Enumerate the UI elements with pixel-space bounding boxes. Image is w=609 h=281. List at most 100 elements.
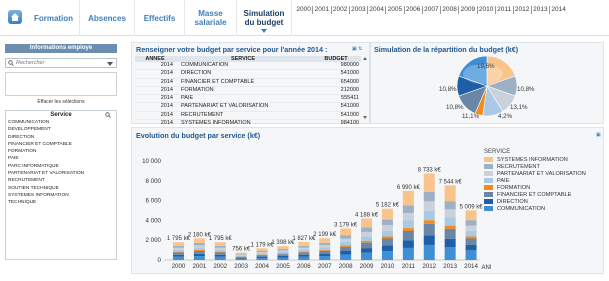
bar-segment[interactable] [402, 240, 414, 248]
bar-segment[interactable] [340, 228, 352, 236]
bar-segment[interactable] [172, 252, 184, 255]
bar-segment[interactable] [465, 210, 477, 221]
bar-segment[interactable] [340, 254, 352, 260]
year-link-2002[interactable]: 2002 [332, 6, 350, 14]
year-link-2008[interactable]: 2008 [441, 6, 460, 14]
bar-segment[interactable] [298, 249, 310, 252]
bar-segment[interactable] [361, 236, 373, 241]
bar-segment[interactable] [235, 254, 247, 256]
bar-segment[interactable] [465, 220, 477, 226]
bar-segment[interactable] [465, 225, 477, 231]
bar-segment[interactable] [193, 247, 205, 251]
bar-segment[interactable] [319, 238, 331, 243]
bar-segment[interactable] [256, 250, 268, 253]
legend-item[interactable]: SYSTEMES INFORMATION [484, 156, 586, 163]
bar-segment[interactable] [214, 256, 226, 260]
table-row[interactable]: 2014 DIRECTION 541000 [135, 69, 361, 79]
bar-segment[interactable] [381, 219, 393, 226]
bar-segment[interactable] [277, 254, 289, 256]
cell-budget[interactable]: 980000 [311, 62, 361, 71]
legend-item[interactable]: PAIE [484, 177, 586, 184]
service-item[interactable]: SYSTEMES INFORMATION [6, 192, 116, 199]
bar-segment[interactable] [423, 201, 435, 211]
home-icon[interactable] [8, 10, 22, 24]
bar-segment[interactable] [298, 252, 310, 255]
cell-budget[interactable]: 555411 [311, 94, 361, 104]
bar-segment[interactable] [214, 242, 226, 246]
bar-segment[interactable] [444, 209, 456, 218]
bar-segment[interactable] [465, 236, 477, 239]
bar-segment[interactable] [319, 247, 331, 250]
bar-segment[interactable] [381, 251, 393, 260]
service-item[interactable]: SOUTIEN TECHNIQUE [6, 185, 116, 192]
bar-segment[interactable] [256, 257, 268, 260]
year-link-2007[interactable]: 2007 [423, 6, 441, 14]
bar-segment[interactable] [193, 245, 205, 248]
bar-segment[interactable] [193, 250, 205, 251]
service-item[interactable]: PARTENARIAT ET VALORISATION [6, 170, 116, 177]
selection-box[interactable] [5, 72, 117, 96]
bar-segment[interactable] [172, 245, 184, 248]
cell-budget[interactable]: 541000 [311, 69, 361, 79]
legend-item[interactable]: FORMATION [484, 184, 586, 191]
bar-segment[interactable] [402, 220, 414, 229]
bar-segment[interactable] [319, 256, 331, 260]
bar-segment[interactable] [235, 258, 247, 260]
service-item[interactable]: PARC INFORMATIQUE [6, 163, 116, 170]
bar-segment[interactable] [193, 250, 205, 254]
bar-segment[interactable] [423, 244, 435, 260]
bar-segment[interactable] [361, 240, 373, 243]
bar-segment[interactable] [381, 238, 393, 246]
year-link-2013[interactable]: 2013 [532, 6, 551, 14]
cell-budget[interactable]: 541000 [311, 102, 361, 112]
dropdown-arrow-icon[interactable] [107, 62, 113, 66]
tab-formation[interactable]: Formation [28, 0, 80, 36]
bar-segment[interactable] [298, 241, 310, 246]
bar-segment[interactable] [277, 250, 289, 253]
bar-segment[interactable] [193, 256, 205, 260]
bar-segment[interactable] [402, 190, 414, 206]
bar-segment[interactable] [277, 246, 289, 250]
bar-segment[interactable] [423, 191, 435, 202]
year-link-2001[interactable]: 2001 [313, 6, 332, 14]
bar-segment[interactable] [235, 257, 247, 259]
year-link-2014[interactable]: 2014 [550, 6, 567, 14]
table-scrollbar[interactable] [362, 56, 367, 120]
legend-item[interactable]: RECRUTEMENT [484, 163, 586, 170]
service-item[interactable]: TECHNIQUE [6, 199, 116, 206]
table-row[interactable]: 2014 COMMUNICATION 980000 [135, 62, 361, 71]
bar-segment[interactable] [193, 253, 205, 257]
bar-segment[interactable] [277, 253, 289, 255]
bar-segment[interactable] [214, 251, 226, 253]
bar-segment[interactable] [277, 257, 289, 260]
bar-segment[interactable] [444, 238, 456, 248]
year-link-2000[interactable]: 2000 [295, 6, 314, 14]
bar-segment[interactable] [256, 253, 268, 255]
bar-segment[interactable] [340, 246, 352, 251]
bar-segment[interactable] [423, 220, 435, 224]
scroll-down-icon[interactable] [362, 116, 367, 119]
bar-segment[interactable] [214, 249, 226, 252]
year-link-2003[interactable]: 2003 [350, 6, 368, 14]
tab-absences[interactable]: Absences [80, 0, 135, 36]
bar-segment[interactable] [256, 256, 268, 258]
bar-segment[interactable] [298, 245, 310, 248]
table-row[interactable]: 2014 FORMATION 212000 [135, 86, 361, 96]
bar-segment[interactable] [340, 235, 352, 239]
cell-budget[interactable]: 654000 [311, 78, 361, 87]
bar-segment[interactable] [319, 250, 331, 254]
search-icon[interactable] [105, 112, 111, 121]
table-row[interactable]: 2014 FINANCIER ET COMPTABLE 654000 [135, 78, 361, 87]
bar-segment[interactable] [256, 255, 268, 257]
bar-segment[interactable] [193, 242, 205, 246]
bar-segment[interactable] [381, 208, 393, 220]
bar-segment[interactable] [235, 256, 247, 258]
legend-item[interactable]: DIRECTION [484, 198, 586, 205]
bar-segment[interactable] [172, 254, 184, 257]
service-item[interactable]: DIRECTION [6, 134, 116, 141]
bar-segment[interactable] [361, 227, 373, 232]
service-item[interactable]: PAIE [6, 155, 116, 162]
service-item[interactable]: COMMUNICATION [6, 119, 116, 126]
bar-segment[interactable] [298, 256, 310, 260]
bar-segment[interactable] [402, 230, 414, 241]
